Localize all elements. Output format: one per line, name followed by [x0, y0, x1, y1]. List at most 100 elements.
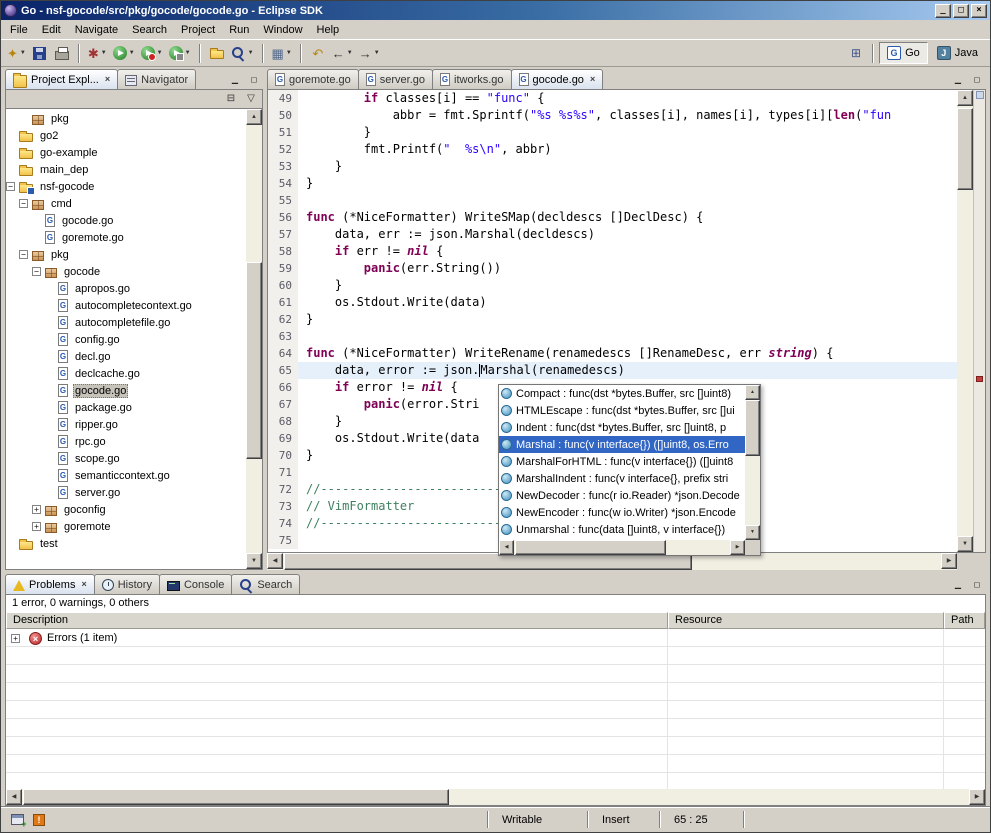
menu-search[interactable]: Search: [125, 22, 174, 38]
maximize-view-button[interactable]: ◻: [245, 72, 263, 87]
code-line-51[interactable]: 51 }: [268, 124, 957, 141]
tree-item-config-go[interactable]: config.go: [6, 331, 246, 348]
scroll-left-button[interactable]: ◀: [267, 553, 283, 569]
view-tab-search[interactable]: Search: [231, 574, 300, 594]
scrollbar-track[interactable]: [957, 106, 973, 536]
scrollbar-thumb[interactable]: [957, 108, 973, 190]
collapse-all-button[interactable]: ⊟: [222, 91, 240, 107]
scrollbar-thumb[interactable]: [745, 400, 760, 456]
problems-row-errors-1-item[interactable]: +Errors (1 item): [6, 629, 985, 647]
code-line-55[interactable]: 55: [268, 192, 957, 209]
column-header-resource[interactable]: Resource: [668, 612, 944, 629]
scrollbar-track[interactable]: [514, 540, 730, 555]
code-line-61[interactable]: 61 os.Stdout.Write(data): [268, 294, 957, 311]
column-header-path[interactable]: Path: [944, 612, 985, 629]
completion-item-unmarshal[interactable]: Unmarshal : func(data []uint8, v interfa…: [499, 521, 745, 538]
tree-item-decl-go[interactable]: decl.go: [6, 348, 246, 365]
problems-hscrollbar[interactable]: ◀ ▶: [6, 789, 985, 805]
scroll-up-button[interactable]: ▲: [745, 385, 760, 400]
view-tab-problems[interactable]: Problems×: [5, 574, 95, 594]
last-edit-location-button[interactable]: ↶: [307, 42, 329, 65]
open-resource-button[interactable]: [206, 42, 228, 65]
completion-item-marshalindent[interactable]: MarshalIndent : func(v interface{}, pref…: [499, 470, 745, 487]
back-button[interactable]: ←▼: [329, 42, 356, 65]
tree-item-main-dep[interactable]: main_dep: [6, 161, 246, 178]
minimize-editor-button[interactable]: ▁: [949, 72, 967, 87]
maximize-editor-button[interactable]: ◻: [968, 72, 986, 87]
scroll-right-button[interactable]: ▶: [730, 540, 745, 555]
open-perspective-button[interactable]: ⊞: [845, 42, 867, 65]
code-line-58[interactable]: 58 if err != nil {: [268, 243, 957, 260]
editor-tab-itworks-go[interactable]: itworks.go: [432, 69, 512, 89]
new-wizard-button[interactable]: ✦▼: [4, 42, 29, 65]
scroll-right-button[interactable]: ▶: [969, 789, 985, 805]
perspective-go-button[interactable]: GGo: [879, 42, 928, 64]
editor-tab-server-go[interactable]: server.go: [358, 69, 433, 89]
scroll-left-button[interactable]: ◀: [6, 789, 22, 805]
error-marker[interactable]: [976, 376, 983, 382]
scroll-down-button[interactable]: ▼: [957, 536, 973, 552]
scroll-left-button[interactable]: ◀: [499, 540, 514, 555]
window-maximize-button[interactable]: □: [953, 4, 969, 18]
expand-toggle-icon[interactable]: +: [32, 522, 41, 531]
menu-file[interactable]: File: [3, 22, 35, 38]
tree-item-gocode[interactable]: −gocode: [6, 263, 246, 280]
tree-item-go2[interactable]: go2: [6, 127, 246, 144]
menu-help[interactable]: Help: [310, 22, 347, 38]
completion-item-marshal[interactable]: Marshal : func(v interface{}) ([]uint8, …: [499, 436, 745, 453]
run-button[interactable]: ▼: [110, 42, 138, 65]
view-tab-history[interactable]: History: [94, 574, 160, 594]
scroll-down-button[interactable]: ▼: [246, 553, 262, 569]
tree-item-goremote-go[interactable]: goremote.go: [6, 229, 246, 246]
editor-tab-goremote-go[interactable]: goremote.go: [267, 69, 359, 89]
tree-item-pkg[interactable]: pkg: [6, 110, 246, 127]
maximize-view-button[interactable]: ◻: [968, 577, 986, 592]
view-menu-button[interactable]: ▽: [242, 91, 260, 107]
coverage-button[interactable]: ▼: [138, 42, 166, 65]
expand-toggle-icon[interactable]: −: [6, 182, 15, 191]
completion-item-htmlescape[interactable]: HTMLEscape : func(dst *bytes.Buffer, src…: [499, 402, 745, 419]
minimize-view-button[interactable]: ▁: [949, 577, 967, 592]
editor-tab-gocode-go[interactable]: gocode.go×: [511, 69, 604, 89]
tree-item-scope-go[interactable]: scope.go: [6, 450, 246, 467]
close-icon[interactable]: ×: [105, 75, 110, 84]
menu-navigate[interactable]: Navigate: [68, 22, 125, 38]
scroll-right-button[interactable]: ▶: [941, 553, 957, 569]
completion-item-marshalforhtml[interactable]: MarshalForHTML : func(v interface{}) ([]…: [499, 453, 745, 470]
menu-project[interactable]: Project: [174, 22, 222, 38]
tree-item-gocode-go[interactable]: gocode.go: [6, 212, 246, 229]
view-tab-navigator[interactable]: Navigator: [117, 69, 196, 89]
editor-vscrollbar[interactable]: ▲ ▼: [957, 90, 973, 552]
problems-table[interactable]: +Errors (1 item): [6, 629, 985, 789]
menu-run[interactable]: Run: [222, 22, 256, 38]
scrollbar-thumb[interactable]: [515, 540, 666, 555]
scrollbar-track[interactable]: [246, 125, 262, 553]
scrollbar-thumb[interactable]: [246, 262, 262, 459]
code-line-50[interactable]: 50 abbr = fmt.Sprintf("%s %s%s", classes…: [268, 107, 957, 124]
tree-item-cmd[interactable]: −cmd: [6, 195, 246, 212]
forward-button[interactable]: →▼: [356, 42, 383, 65]
view-tab-project-expl[interactable]: Project Expl...×: [5, 69, 118, 89]
tree-item-server-go[interactable]: server.go: [6, 484, 246, 501]
external-tools-button[interactable]: ✱▼: [85, 42, 110, 65]
expand-toggle-icon[interactable]: +: [32, 505, 41, 514]
tree-item-test[interactable]: test: [6, 535, 246, 552]
menu-window[interactable]: Window: [256, 22, 309, 38]
print-button[interactable]: [51, 42, 73, 65]
code-line-60[interactable]: 60 }: [268, 277, 957, 294]
close-icon[interactable]: ×: [81, 580, 86, 589]
popup-vscrollbar[interactable]: ▲ ▼: [745, 385, 760, 540]
code-line-53[interactable]: 53 }: [268, 158, 957, 175]
scrollbar-thumb[interactable]: [23, 789, 449, 805]
error-log-button[interactable]: [29, 811, 49, 829]
menu-edit[interactable]: Edit: [35, 22, 68, 38]
scroll-up-button[interactable]: ▲: [957, 90, 973, 106]
tree-item-rpc-go[interactable]: rpc.go: [6, 433, 246, 450]
tree-item-ripper-go[interactable]: ripper.go: [6, 416, 246, 433]
view-tab-console[interactable]: Console: [159, 574, 232, 594]
scroll-down-button[interactable]: ▼: [745, 525, 760, 540]
code-line-56[interactable]: 56func (*NiceFormatter) WriteSMap(declde…: [268, 209, 957, 226]
tree-item-semanticcontext-go[interactable]: semanticcontext.go: [6, 467, 246, 484]
expand-toggle-icon[interactable]: +: [11, 634, 20, 643]
window-minimize-button[interactable]: _: [935, 4, 951, 18]
